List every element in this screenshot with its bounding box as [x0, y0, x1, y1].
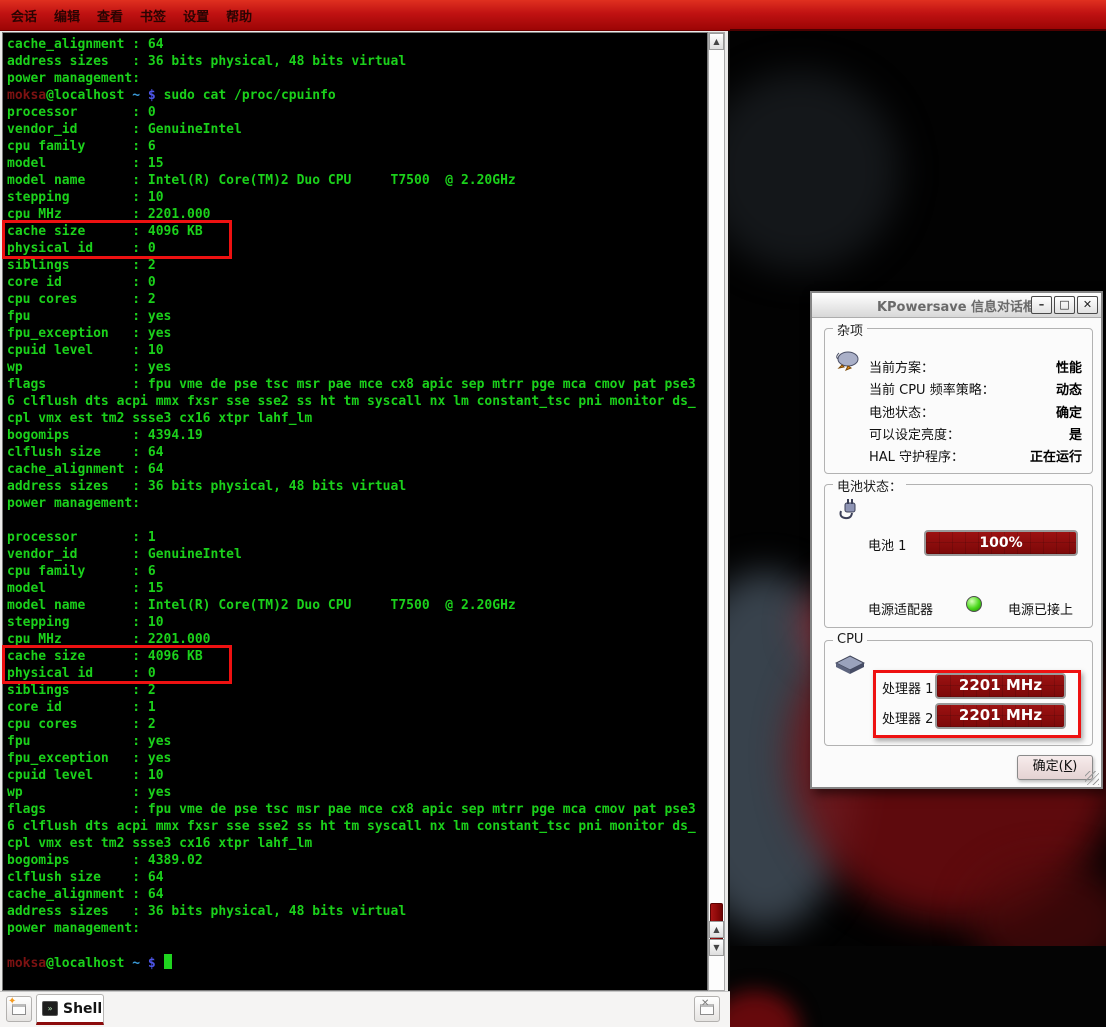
terminal-window: 会话 编辑 查看 书签 设置 帮助 cache_alignment : 64 a…: [0, 0, 730, 1027]
misc-row-label: HAL 守护程序：: [869, 446, 964, 463]
menu-session[interactable]: 会话: [11, 6, 37, 25]
maximize-button[interactable]: □: [1054, 296, 1075, 314]
arrow-up-icon: ▲: [713, 925, 719, 934]
processor2-frequency-bar: 2201 MHz: [935, 703, 1066, 729]
cpu1-info-head: processor : 1 vendor_id : GenuineIntel c…: [7, 512, 705, 631]
misc-row: 当前方案： 性能: [869, 357, 1082, 374]
prompt-symbol: $: [148, 956, 164, 971]
battery-groupbox: 电池状态： 电池 1 100% 电源适配器 电源已接上: [824, 484, 1093, 628]
prompt-line-current: moksa@localhost ~ $: [7, 954, 705, 972]
cpu0-highlighted-lines: cpu MHz : 2201.000 cache size : 4096 KB: [7, 206, 705, 240]
processor1-frequency: 2201 MHz: [959, 676, 1042, 694]
terminal-cursor: [164, 954, 172, 969]
prompt-symbol: $: [148, 88, 164, 103]
misc-legend: 杂项: [833, 320, 867, 339]
processor2-frequency: 2201 MHz: [959, 706, 1042, 724]
battery-progressbar: 100%: [924, 530, 1078, 556]
cpu1-info-tail: physical id : 0 siblings : 2 core id : 1…: [7, 665, 705, 937]
cpu0-info-head: processor : 0 vendor_id : GenuineIntel c…: [7, 104, 705, 206]
misc-row-value: 正在运行: [1030, 446, 1082, 463]
adapter-label: 电源适配器: [868, 599, 933, 618]
menu-bookmarks[interactable]: 书签: [140, 6, 166, 25]
scroll-up-button-bottom[interactable]: ▲: [709, 921, 724, 938]
misc-row-label: 当前 CPU 频率策略：: [869, 379, 995, 396]
terminal-icon: »: [42, 1001, 58, 1016]
misc-row: 可以设定亮度： 是: [869, 424, 1082, 441]
prompt-path: ~: [124, 88, 147, 103]
misc-row: 当前 CPU 频率策略： 动态: [869, 379, 1082, 396]
kpowersave-icon: [835, 347, 861, 371]
video-shadow-area: [730, 71, 900, 271]
processor1-label: 处理器 1: [882, 678, 933, 697]
scroll-down-button[interactable]: ▼: [709, 939, 724, 956]
ok-button-label-suffix: ): [1072, 759, 1077, 774]
misc-row-value: 确定: [1056, 402, 1082, 419]
ok-button-accesskey: K: [1064, 759, 1073, 774]
dialog-titlebar[interactable]: KPowersave 信息对话框 – □ ✕: [812, 293, 1101, 318]
terminal-screen[interactable]: cache_alignment : 64 address sizes : 36 …: [2, 32, 708, 991]
misc-row-value: 动态: [1056, 379, 1082, 396]
kpowersave-dialog: KPowersave 信息对话框 – □ ✕ 杂项 当前方案： 性能 当前 CP…: [810, 291, 1103, 789]
scroll-up-button[interactable]: ▲: [709, 33, 724, 50]
command-text: sudo cat /proc/cpuinfo: [164, 88, 336, 103]
misc-row: HAL 守护程序： 正在运行: [869, 446, 1082, 463]
cpu0-info-tail: physical id : 0 siblings : 2 core id : 0…: [7, 240, 705, 512]
adapter-led-icon: [966, 596, 982, 612]
power-plug-icon: [837, 497, 861, 521]
prompt-user: moksa: [7, 88, 46, 103]
terminal-scrollback-head: cache_alignment : 64 address sizes : 36 …: [7, 36, 705, 87]
new-session-button[interactable]: ✦: [6, 996, 32, 1022]
close-session-button[interactable]: ✕: [694, 996, 720, 1022]
misc-row-value: 性能: [1056, 357, 1082, 374]
cpu1-highlighted-lines: cpu MHz : 2201.000 cache size : 4096 KB: [7, 631, 705, 665]
tab-shell-label: Shell: [63, 1001, 102, 1017]
misc-groupbox: 杂项 当前方案： 性能 当前 CPU 频率策略： 动态 电池状态： 确定 可以设…: [824, 328, 1093, 474]
battery-legend: 电池状态：: [833, 476, 906, 495]
misc-row: 电池状态： 确定: [869, 402, 1082, 419]
close-button[interactable]: ✕: [1077, 296, 1098, 314]
konsole-menubar: 会话 编辑 查看 书签 设置 帮助: [0, 0, 730, 31]
cpu-legend: CPU: [833, 632, 867, 647]
misc-row-label: 电池状态：: [869, 402, 934, 419]
menu-settings[interactable]: 设置: [183, 6, 209, 25]
battery-percent: 100%: [979, 535, 1022, 551]
adapter-status: 电源已接上: [1008, 599, 1073, 618]
background-window-titlebar: [730, 0, 1106, 31]
terminal-output: cache_alignment : 64 address sizes : 36 …: [7, 36, 705, 972]
star-icon: ✦: [8, 996, 16, 1007]
misc-row-value: 是: [1069, 424, 1082, 441]
dialog-title: KPowersave 信息对话框: [877, 296, 1036, 315]
prompt-host: @localhost: [46, 88, 124, 103]
tab-shell[interactable]: » Shell: [36, 994, 104, 1025]
prompt-path: ~: [124, 956, 147, 971]
prompt-line-command: moksa@localhost ~ $ sudo cat /proc/cpuin…: [7, 87, 705, 104]
processor1-frequency-bar: 2201 MHz: [935, 673, 1066, 699]
ok-button[interactable]: 确定(K): [1017, 755, 1093, 780]
arrow-up-icon: ▲: [713, 37, 719, 46]
prompt-host: @localhost: [46, 956, 124, 971]
misc-row-label: 当前方案：: [869, 357, 934, 374]
menu-view[interactable]: 查看: [97, 6, 123, 25]
tab-bar: ✦ » Shell ✕: [0, 991, 730, 1027]
minimize-button[interactable]: –: [1031, 296, 1052, 314]
terminal-scrollbar[interactable]: ▲ ▲ ▼: [708, 32, 725, 991]
menu-help[interactable]: 帮助: [226, 6, 252, 25]
arrow-down-icon: ▼: [713, 943, 719, 952]
misc-row-label: 可以设定亮度：: [869, 424, 960, 441]
battery-label: 电池 1: [868, 535, 906, 554]
prompt-user: moksa: [7, 956, 46, 971]
resize-grip[interactable]: [1085, 771, 1099, 785]
cpu-groupbox: CPU 处理器 1 2201 MHz 处理器 2 2201 MHz: [824, 640, 1093, 746]
ok-button-label: 确定(: [1033, 759, 1064, 774]
menu-edit[interactable]: 编辑: [54, 6, 80, 25]
cpu-chip-icon: [835, 655, 865, 675]
processor2-label: 处理器 2: [882, 708, 933, 727]
close-icon: ✕: [701, 998, 709, 1009]
